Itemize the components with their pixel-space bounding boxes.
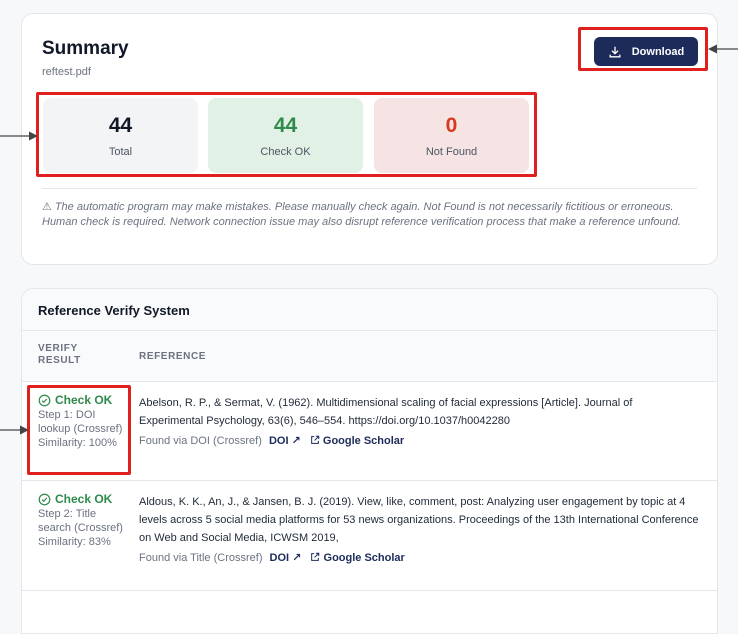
doi-link[interactable]: DOI ↗ — [270, 552, 302, 564]
reference-cell: Aldous, K. K., An, J., & Jansen, B. J. (… — [139, 493, 699, 567]
download-highlight-box — [578, 27, 708, 71]
verify-step: Step 2: Title search (Crossref) — [38, 508, 123, 534]
reference-cell: Abelson, R. P., & Sermat, V. (1962). Mul… — [139, 394, 699, 450]
stats-highlight-box — [36, 92, 537, 177]
summary-title: Summary — [42, 38, 129, 59]
column-verify-result: VERIFY RESULT — [38, 343, 81, 366]
disclaimer-text: ⚠ The automatic program may make mistake… — [42, 201, 681, 228]
doi-link[interactable]: DOI ↗ — [269, 435, 301, 447]
arrow-to-download — [708, 44, 738, 54]
check-circle-icon — [38, 493, 51, 505]
status-label: Check OK — [55, 492, 113, 506]
google-scholar-link[interactable]: Google Scholar — [310, 435, 404, 447]
arrow-to-verify-result — [0, 425, 29, 435]
column-reference: REFERENCE — [139, 351, 207, 362]
table-header: VERIFY RESULT REFERENCE — [22, 331, 717, 382]
summary-divider — [42, 188, 697, 189]
found-via: Found via Title (Crossref) — [139, 552, 263, 564]
google-scholar-link[interactable]: Google Scholar — [310, 552, 405, 564]
reference-text: Aldous, K. K., An, J., & Jansen, B. J. (… — [139, 496, 699, 544]
reference-text: Abelson, R. P., & Sermat, V. (1962). Mul… — [139, 397, 633, 427]
google-scholar-label: Google Scholar — [323, 552, 405, 564]
found-via: Found via DOI (Crossref) — [139, 435, 262, 447]
arrow-to-stats — [0, 131, 38, 141]
external-link-icon — [311, 435, 320, 444]
external-link-icon — [311, 552, 320, 561]
google-scholar-label: Google Scholar — [322, 435, 405, 447]
similarity: Similarity: 83% — [38, 536, 111, 548]
check-ok-status: Check OK — [38, 492, 130, 506]
verify-result: Check OK Step 2: Title search (Crossref)… — [38, 492, 130, 549]
verify-result-highlight-box — [27, 385, 131, 475]
reference-card-title: Reference Verify System — [22, 289, 717, 331]
table-row: Check OK Step 2: Title search (Crossref)… — [22, 481, 717, 591]
summary-filename: reftest.pdf — [42, 66, 91, 78]
